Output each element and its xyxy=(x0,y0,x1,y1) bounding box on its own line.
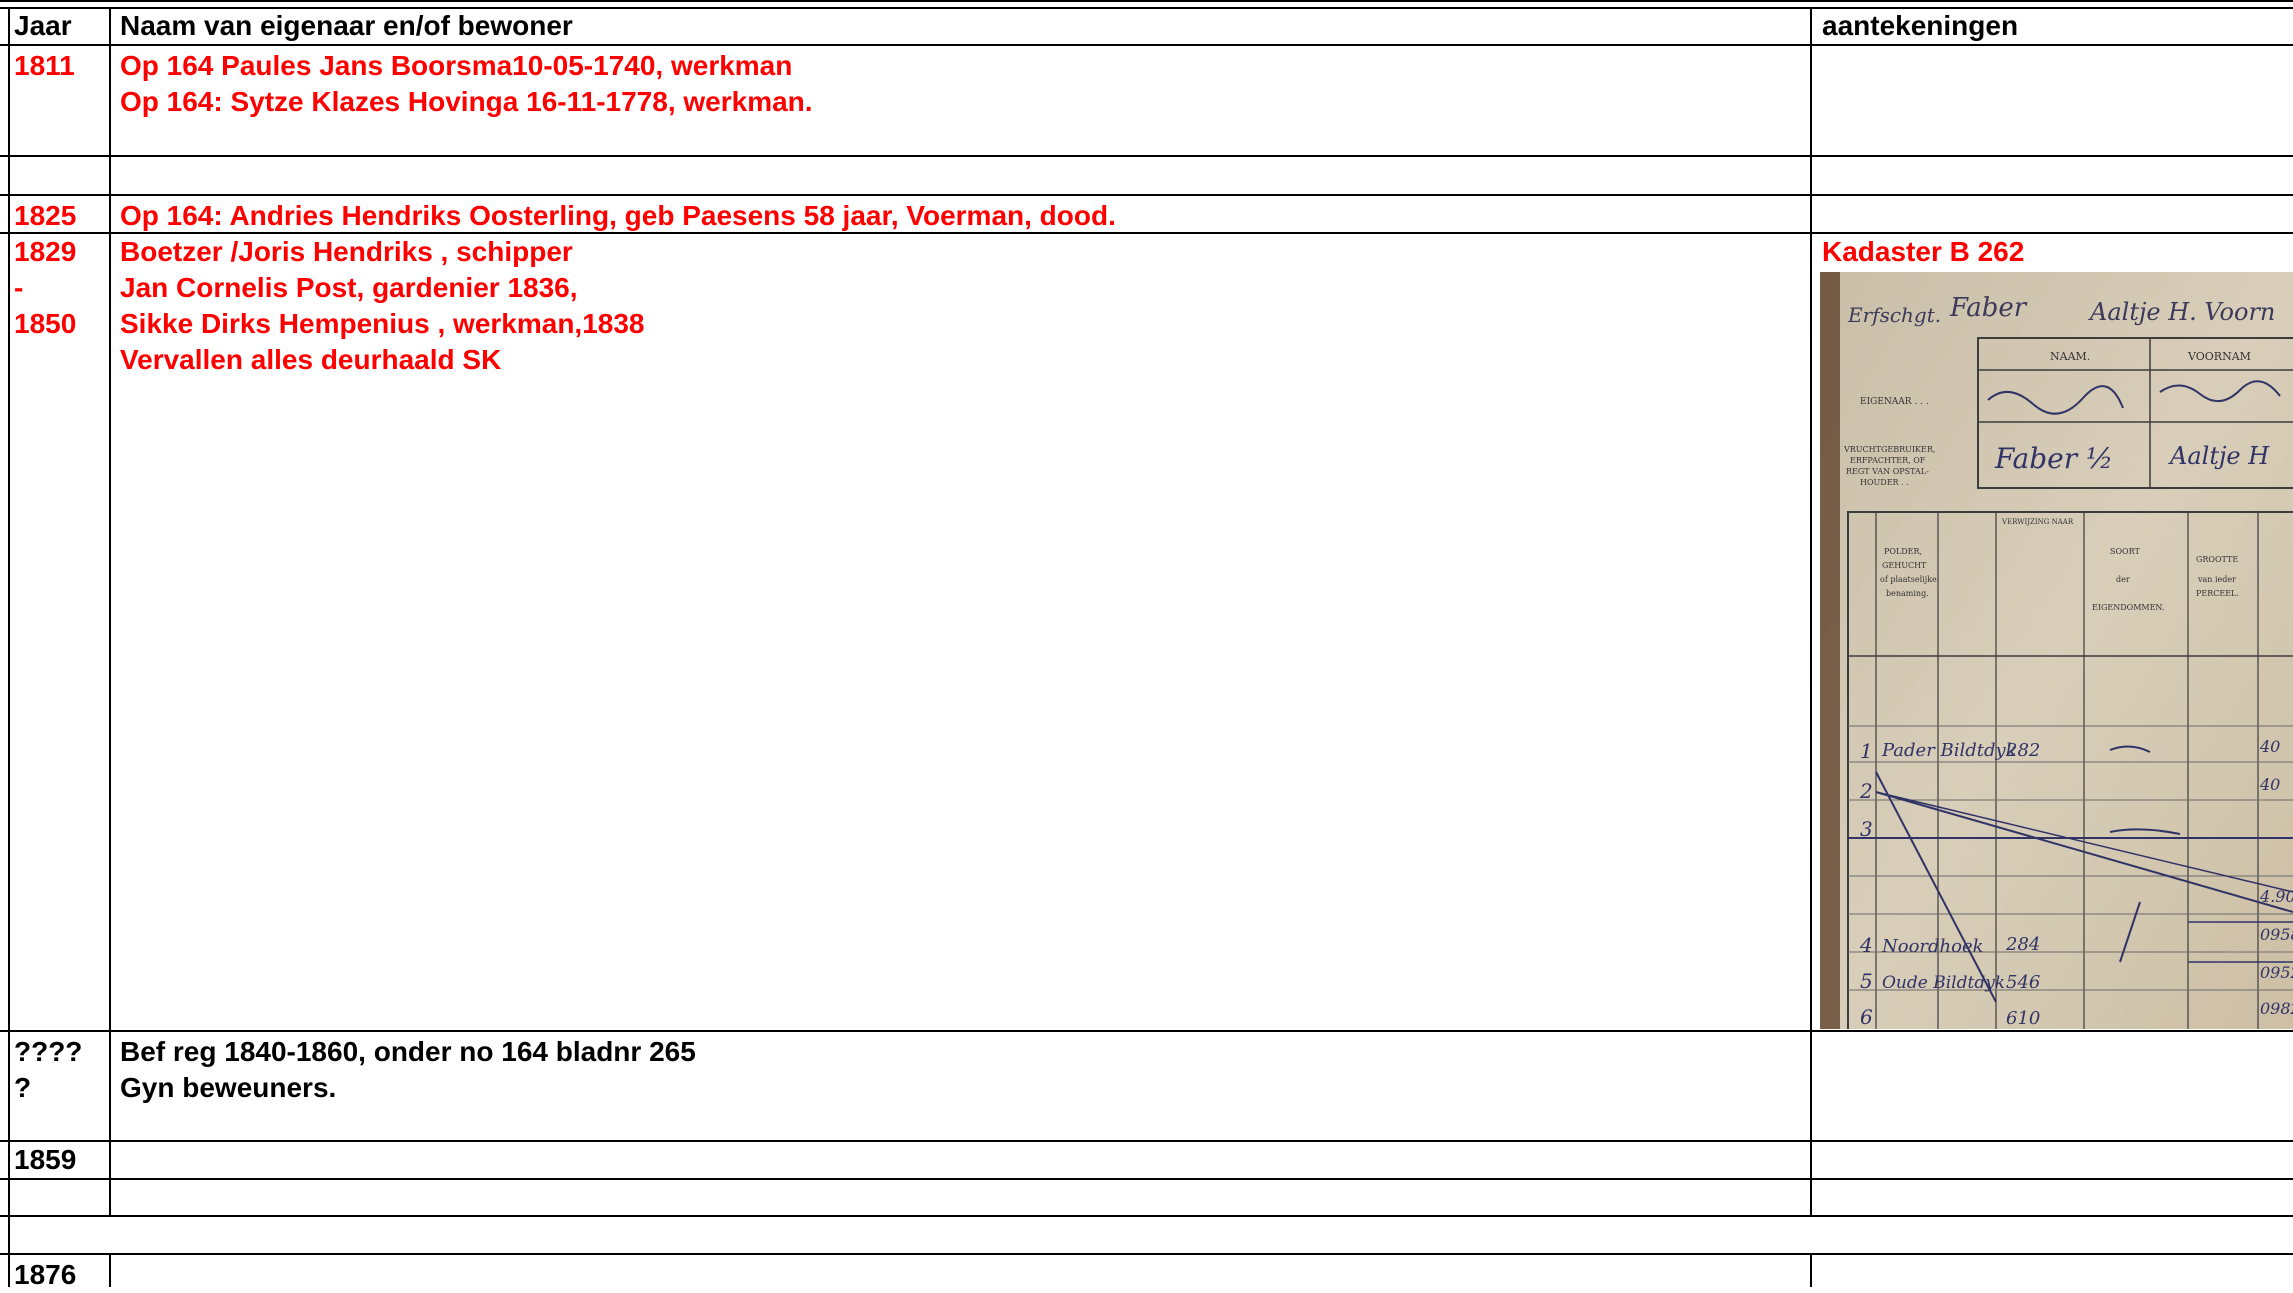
year-cell: ???? xyxy=(14,1036,83,1067)
svg-text:ERFPACHTER, OF: ERFPACHTER, OF xyxy=(1850,456,1926,465)
year-cell: 1811 xyxy=(14,50,75,81)
jaar-divider xyxy=(109,7,111,1216)
svg-text:POLDER,: POLDER, xyxy=(1884,547,1922,556)
svg-text:GEHUCHT: GEHUCHT xyxy=(1882,561,1927,570)
scan-eigenaar: EIGENAAR . . . xyxy=(1860,397,1929,407)
svg-text:4.90: 4.90 xyxy=(2259,887,2293,906)
name-line: Op 164: Andries Hendriks Oosterling, geb… xyxy=(120,200,1116,231)
svg-text:5: 5 xyxy=(1860,969,1873,993)
scan-naam: NAAM. xyxy=(2050,350,2090,363)
svg-text:HOUDER . .: HOUDER . . xyxy=(1860,478,1909,487)
notes-divider xyxy=(1810,7,1812,1216)
document-page: Jaar Naam van eigenaar en/of bewoner aan… xyxy=(0,0,2293,1290)
name-line: Sikke Dirks Hempenius , werkman,1838 xyxy=(120,308,645,339)
scan-282: 282 xyxy=(2005,740,2040,761)
header-rule-bottom xyxy=(0,44,2293,46)
svg-text:2: 2 xyxy=(1859,779,1873,803)
svg-text:6: 6 xyxy=(1860,1005,1873,1029)
row-rule xyxy=(0,1030,2293,1032)
ledger-drawing: Erfschgt. Faber Aaltje H. Voorn NAAM. VO… xyxy=(1820,272,2293,1029)
svg-text:0958: 0958 xyxy=(2260,925,2293,944)
left-border xyxy=(8,7,10,1287)
header-aantekeningen: aantekeningen xyxy=(1822,10,2019,41)
svg-text:40: 40 xyxy=(2259,775,2280,794)
row-rule xyxy=(0,155,2293,157)
scan-bildtdyk: Pader Bildtdyk xyxy=(1881,740,2017,761)
name-line: Jan Cornelis Post, gardenier 1836, xyxy=(120,272,578,303)
scan-aaltje: Aaltje H. Voorn xyxy=(2088,298,2275,326)
year-cell: 1859 xyxy=(14,1144,77,1175)
svg-text:0982: 0982 xyxy=(2260,999,2293,1018)
note-kadaster: Kadaster B 262 xyxy=(1822,236,2025,267)
row-rule xyxy=(0,1140,2293,1142)
year-cell: 1876 xyxy=(14,1259,77,1290)
scan-610: 610 xyxy=(2006,1008,2040,1029)
svg-text:EIGENDOMMEN.: EIGENDOMMEN. xyxy=(2092,603,2164,612)
svg-text:VRUCHTGEBRUIKER,: VRUCHTGEBRUIKER, xyxy=(1843,445,1935,454)
name-line: Boetzer /Joris Hendriks , schipper xyxy=(120,236,573,267)
name-line: Vervallen alles deurhaald SK xyxy=(120,344,502,375)
svg-text:SOORT: SOORT xyxy=(2110,547,2140,556)
year-cell: 1825 xyxy=(14,200,77,231)
svg-text:GROOTTE: GROOTTE xyxy=(2196,555,2238,564)
name-line: Op 164: Sytze Klazes Hovinga 16-11-1778,… xyxy=(120,86,813,117)
name-line: Gyn beweuners. xyxy=(120,1072,337,1103)
svg-text:Aaltje H: Aaltje H xyxy=(2168,442,2270,470)
svg-text:der: der xyxy=(2116,575,2130,584)
row-rule xyxy=(0,1178,2293,1180)
year-cell: 1850 xyxy=(14,308,77,339)
svg-text:40: 40 xyxy=(2259,737,2280,756)
svg-text:Faber ½: Faber ½ xyxy=(1994,442,2113,475)
row-rule xyxy=(0,194,2293,196)
svg-text:REGT VAN OPSTAL-: REGT VAN OPSTAL- xyxy=(1846,467,1929,476)
svg-text:0952: 0952 xyxy=(2260,963,2293,982)
year-cell: - xyxy=(14,272,24,303)
cadastre-ledger-scan: Erfschgt. Faber Aaltje H. Voorn NAAM. VO… xyxy=(1820,272,2293,1029)
row-rule xyxy=(0,1215,2293,1217)
svg-text:PERCEEL.: PERCEEL. xyxy=(2196,589,2239,598)
svg-text:4: 4 xyxy=(1859,933,1873,957)
svg-text:benaming.: benaming. xyxy=(1886,589,1929,598)
name-line: Bef reg 1840-1860, onder no 164 bladnr 2… xyxy=(120,1036,696,1067)
svg-text:Erfschgt.: Erfschgt. xyxy=(1847,303,1941,327)
top-rule xyxy=(0,0,2293,2)
header-jaar: Jaar xyxy=(14,10,72,41)
scan-faber: Faber xyxy=(1949,293,2028,323)
scan-546: 546 xyxy=(2006,972,2040,993)
header-naam: Naam van eigenaar en/of bewoner xyxy=(120,10,573,41)
row-rule xyxy=(0,1253,2293,1255)
scan-284: 284 xyxy=(2005,934,2040,955)
scan-verwijzing: VERWIJZING NAAR xyxy=(2001,518,2074,526)
notes-divider xyxy=(1810,1253,1812,1287)
svg-text:1: 1 xyxy=(1860,739,1873,763)
scan-voornaam: VOORNAM xyxy=(2187,350,2251,363)
name-line: Op 164 Paules Jans Boorsma10-05-1740, we… xyxy=(120,50,793,81)
svg-text:of plaatselijke: of plaatselijke xyxy=(1880,575,1937,584)
jaar-divider xyxy=(109,1253,111,1287)
year-cell: ? xyxy=(14,1072,32,1103)
svg-text:van ieder: van ieder xyxy=(2197,575,2236,584)
year-cell: 1829 xyxy=(14,236,77,267)
